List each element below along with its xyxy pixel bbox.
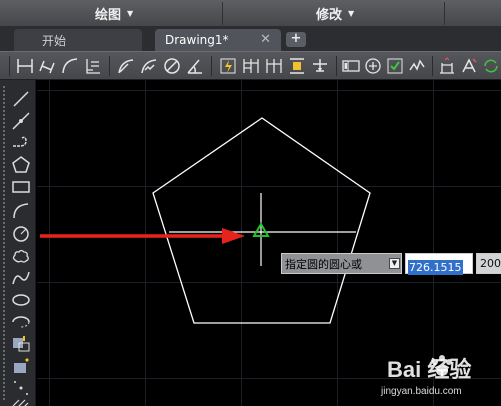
tab-drawing1[interactable]: Drawing1* ✕ (155, 29, 281, 51)
prompt-text: 指定圆的圆心或 (285, 257, 362, 271)
inspection-icon[interactable] (385, 56, 405, 76)
point-icon[interactable] (10, 377, 32, 399)
watermark-url: jingyan.baidu.com (381, 386, 462, 397)
baseline-dimension-icon[interactable] (241, 56, 261, 76)
close-icon[interactable]: ✕ (260, 32, 271, 47)
new-tab-button[interactable]: + (286, 32, 306, 47)
dimension-edit-icon[interactable] (437, 56, 457, 76)
tab-drawing1-label: Drawing1* (165, 33, 229, 47)
circle-icon[interactable] (10, 223, 32, 245)
make-block-icon[interactable] (10, 355, 32, 377)
jogged-dimension-icon[interactable] (139, 56, 159, 76)
toolbar-divider (432, 56, 433, 76)
menu-draw[interactable]: 绘图 ▼ (95, 0, 133, 27)
spline-icon[interactable] (10, 267, 32, 289)
revision-cloud-icon[interactable] (10, 245, 32, 267)
quick-dimension-icon[interactable] (218, 56, 238, 76)
toolbar-grip (9, 56, 10, 76)
dimension-text-edit-icon[interactable] (459, 56, 479, 76)
dimension-space-icon[interactable] (287, 56, 307, 76)
arc-length-icon[interactable] (60, 56, 80, 76)
ellipse-icon[interactable] (10, 289, 32, 311)
dimension-break-icon[interactable] (310, 56, 330, 76)
options-dropdown-icon[interactable]: ▼ (389, 258, 400, 269)
menu-modify-label: 修改 (316, 8, 343, 23)
x-coordinate-value: 726.1515 (408, 260, 463, 275)
chevron-down-icon: ▼ (348, 9, 355, 18)
menu-bar: 绘图 ▼ 修改 ▼ (0, 0, 501, 27)
grid-line (241, 80, 242, 406)
tab-start[interactable]: 开始 (14, 29, 142, 51)
continue-dimension-icon[interactable] (264, 56, 284, 76)
toolbar-divider (211, 56, 212, 76)
baidu-watermark: Bai 经验 jingyan.baidu.com (377, 350, 501, 406)
menu-draw-label: 绘图 (95, 8, 122, 23)
grid-line (37, 186, 501, 187)
watermark-brand: Bai 经验 (387, 357, 472, 382)
toolbar-grip (3, 86, 5, 402)
grid-line (145, 80, 146, 406)
tab-start-label: 开始 (42, 33, 67, 48)
radius-dimension-icon[interactable] (116, 56, 136, 76)
menu-divider (444, 2, 445, 25)
grid-line (37, 90, 501, 91)
rectangle-icon[interactable] (10, 176, 32, 198)
chevron-down-icon: ▼ (127, 9, 134, 18)
menu-divider (222, 2, 223, 25)
file-tab-bar: 开始 Drawing1* ✕ (0, 27, 501, 51)
x-coordinate-input[interactable]: 726.1515 (405, 253, 473, 275)
aligned-dimension-icon[interactable] (37, 56, 57, 76)
polyline-icon[interactable] (10, 132, 32, 154)
diameter-dimension-icon[interactable] (162, 56, 182, 76)
linear-dimension-icon[interactable] (15, 56, 35, 76)
y-coordinate-input[interactable]: 200 (476, 253, 501, 274)
y-coordinate-value: 200 (480, 257, 501, 270)
toolbar-divider (336, 56, 337, 76)
polygon-icon[interactable] (10, 154, 32, 176)
grid-line (337, 80, 338, 406)
hatch-icon[interactable] (10, 397, 32, 406)
angular-dimension-icon[interactable] (185, 56, 205, 76)
jogged-linear-icon[interactable] (407, 56, 427, 76)
draw-toolbar (0, 80, 36, 406)
construction-line-icon[interactable] (10, 110, 32, 132)
dimension-toolbar (0, 51, 501, 80)
toolbar-divider (109, 56, 110, 76)
insert-block-icon[interactable] (10, 333, 32, 355)
ordinate-dimension-icon[interactable] (83, 56, 103, 76)
line-icon[interactable] (10, 88, 32, 110)
ellipse-arc-icon[interactable] (10, 311, 32, 333)
arc-icon[interactable] (10, 200, 32, 222)
dimension-update-icon[interactable] (481, 56, 501, 76)
center-mark-icon[interactable] (363, 56, 383, 76)
menu-modify[interactable]: 修改 ▼ (316, 0, 354, 27)
grid-line (37, 282, 501, 283)
grid-line (49, 80, 50, 406)
dynamic-input-prompt: 指定圆的圆心或 (281, 253, 402, 274)
tolerance-icon[interactable] (341, 56, 361, 76)
